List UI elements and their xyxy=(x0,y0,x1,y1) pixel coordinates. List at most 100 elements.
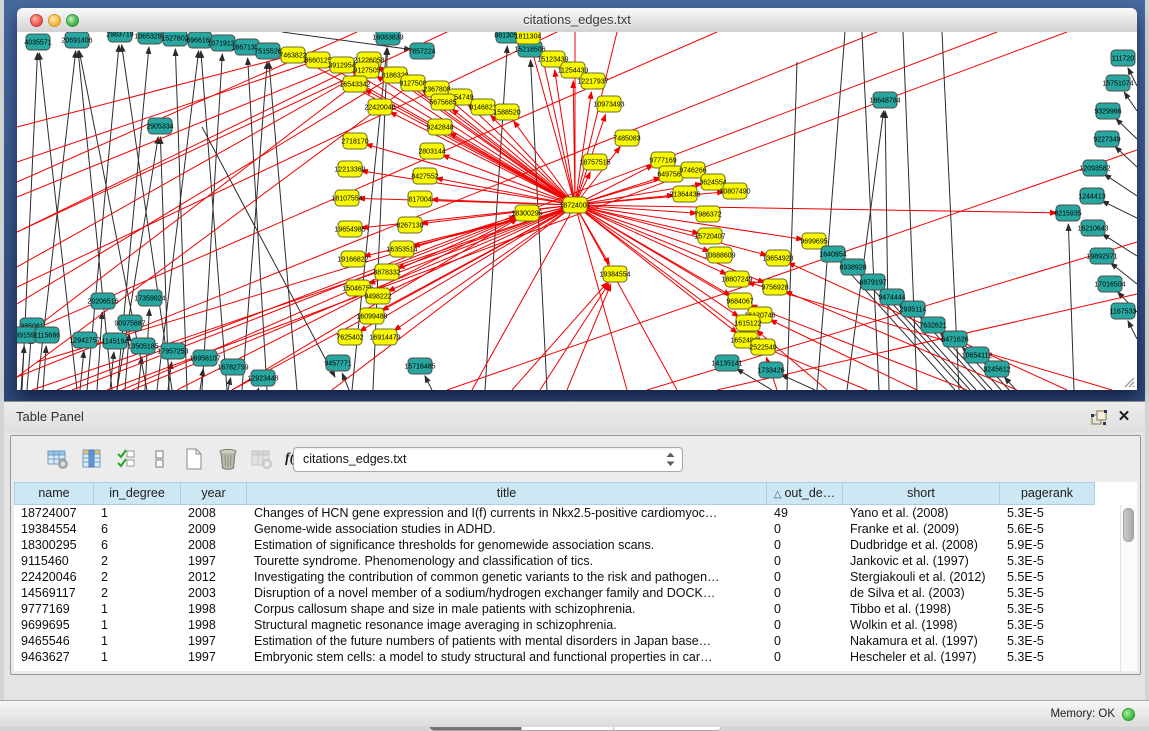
graph-node[interactable]: 10688609 xyxy=(704,247,735,263)
graph-node[interactable]: 10654112 xyxy=(962,347,993,363)
close-window-button[interactable] xyxy=(30,14,43,27)
graph-node[interactable]: 10807490 xyxy=(719,183,750,199)
network-canvas[interactable]: 4035571206914062983719106532871527802696… xyxy=(17,32,1137,390)
graph-node[interactable]: 90975887 xyxy=(114,315,145,331)
delete-column-button[interactable] xyxy=(215,447,240,471)
graph-node[interactable]: 9498222 xyxy=(364,288,391,304)
graph-node[interactable]: 18300295 xyxy=(511,205,542,221)
table-row[interactable]: 977716911998Corpus callosum shape and si… xyxy=(14,601,1119,617)
graph-node[interactable]: 8267130 xyxy=(396,217,423,233)
graph-node[interactable]: 2935114 xyxy=(900,301,927,317)
graph-node[interactable]: 9245612 xyxy=(983,361,1010,377)
column-header-title[interactable]: title xyxy=(247,482,767,505)
graph-node[interactable]: 6879197 xyxy=(859,274,886,290)
graph-node[interactable]: 9227349 xyxy=(1093,131,1120,147)
graph-node[interactable]: 18724007 xyxy=(559,197,590,213)
table-row[interactable]: 946362711997Embryonic stem cells: a mode… xyxy=(14,649,1119,665)
row-height-button[interactable] xyxy=(147,447,172,471)
float-panel-icon[interactable] xyxy=(1090,409,1107,426)
table-row[interactable]: 1830029562008Estimation of significance … xyxy=(14,537,1119,553)
graph-node[interactable]: 14135141 xyxy=(711,355,742,371)
column-header-out_de[interactable]: △out_de… xyxy=(767,482,843,505)
graph-node[interactable]: 4035571 xyxy=(24,34,51,50)
graph-node[interactable]: 1615122 xyxy=(734,315,761,331)
graph-node[interactable]: 1527802 xyxy=(161,32,188,46)
graph-node[interactable]: 16648784 xyxy=(869,92,900,108)
create-column-button[interactable] xyxy=(181,447,206,471)
graph-node[interactable]: 15751074 xyxy=(1102,75,1133,91)
minimize-window-button[interactable] xyxy=(48,14,61,27)
column-header-short[interactable]: short xyxy=(843,482,1000,505)
graph-node[interactable]: 20206516 xyxy=(87,293,118,309)
graph-node[interactable]: 1733426 xyxy=(757,362,784,378)
graph-node[interactable]: 16353514 xyxy=(386,241,417,257)
graph-node[interactable]: 1145194 xyxy=(102,333,129,349)
graph-node[interactable]: 7463822 xyxy=(279,47,306,63)
graph-node[interactable]: 1115686 xyxy=(34,327,60,343)
graph-node[interactable]: 13654923 xyxy=(762,250,793,266)
graph-node[interactable]: 19384554 xyxy=(599,266,630,282)
scrollbar-thumb[interactable] xyxy=(1123,508,1134,542)
graph-node[interactable]: 15716485 xyxy=(404,358,435,374)
table-row[interactable]: 1938455462009Genome-wide association stu… xyxy=(14,521,1119,537)
table-row[interactable]: 911546021997Tourette syndrome. Phenomeno… xyxy=(14,553,1119,569)
graph-node[interactable]: 1167533 xyxy=(1110,303,1137,319)
show-columns-button[interactable] xyxy=(79,447,104,471)
zoom-window-button[interactable] xyxy=(66,14,79,27)
window-titlebar[interactable]: citations_edges.txt xyxy=(17,8,1137,33)
table-row[interactable]: 946554611997Estimation of the future num… xyxy=(14,633,1119,649)
graph-node[interactable]: 19166822 xyxy=(337,251,368,267)
graph-node[interactable]: 8878332 xyxy=(373,264,400,280)
graph-node[interactable]: 16782759 xyxy=(217,359,248,375)
graph-node[interactable]: 817004 xyxy=(408,191,432,207)
graph-node[interactable]: 17957253 xyxy=(157,343,188,359)
graph-node[interactable]: 2983719 xyxy=(106,32,133,42)
graph-node[interactable]: 18107554 xyxy=(331,190,362,206)
graph-node[interactable]: 7986372 xyxy=(694,206,721,222)
vertical-scrollbar[interactable] xyxy=(1120,505,1137,671)
graph-node[interactable]: 9756928 xyxy=(761,279,788,295)
graph-node[interactable]: 12923448 xyxy=(247,370,278,386)
column-header-year[interactable]: year xyxy=(181,482,247,505)
graph-node[interactable]: 13505185 xyxy=(127,338,158,354)
graph-node[interactable]: 5675685 xyxy=(429,94,456,110)
graph-node[interactable]: 1588520 xyxy=(493,104,520,120)
graph-node[interactable]: 1244413 xyxy=(1078,188,1105,204)
graph-node[interactable]: 9329966 xyxy=(1094,103,1121,119)
graph-node[interactable]: 16543342 xyxy=(339,76,370,92)
graph-node[interactable]: 12942757 xyxy=(69,332,100,348)
graph-node[interactable]: 7632621 xyxy=(919,317,946,333)
graph-node[interactable]: 20691406 xyxy=(61,32,92,48)
graph-node[interactable]: 17016504 xyxy=(1094,276,1125,292)
graph-node[interactable]: 2522540 xyxy=(749,339,776,355)
graph-node[interactable]: 7625402 xyxy=(336,329,363,345)
column-header-in_degree[interactable]: in_degree xyxy=(94,482,181,505)
graph-node[interactable]: 12093582 xyxy=(1079,160,1110,176)
graph-node[interactable]: 2905334 xyxy=(146,118,173,134)
graph-node[interactable]: 10973493 xyxy=(593,96,624,112)
graph-node[interactable]: 19654985 xyxy=(334,221,365,237)
graph-node[interactable]: 6471626 xyxy=(941,331,968,347)
graph-node[interactable]: 9242848 xyxy=(426,119,453,135)
graph-node[interactable]: 1811304 xyxy=(515,32,542,44)
graph-node[interactable]: 8215935 xyxy=(1054,205,1081,221)
graph-node[interactable]: 16958107 xyxy=(189,350,220,366)
table-row[interactable]: 2242004622012Investigating the contribut… xyxy=(14,569,1119,585)
graph-node[interactable]: 16099489 xyxy=(356,308,387,324)
column-header-name[interactable]: name xyxy=(14,482,94,505)
table-row[interactable]: 969969511998Structural magnetic resonanc… xyxy=(14,617,1119,633)
column-header-pagerank[interactable]: pagerank xyxy=(1000,482,1095,505)
graph-node[interactable]: 18807249 xyxy=(721,271,752,287)
graph-node[interactable]: 7485083 xyxy=(613,130,640,146)
graph-node[interactable]: 9457771 xyxy=(324,355,351,371)
graph-node[interactable]: 8427552 xyxy=(411,168,438,184)
graph-node[interactable]: 12213369 xyxy=(334,161,365,177)
graph-node[interactable]: 111720 xyxy=(1111,50,1135,66)
close-panel-icon[interactable]: ✕ xyxy=(1116,408,1132,425)
graph-node[interactable]: 12217937 xyxy=(577,73,608,89)
graph-node[interactable]: 7857224 xyxy=(408,43,435,59)
memory-status-icon[interactable] xyxy=(1122,708,1135,721)
graph-node[interactable]: 17359924 xyxy=(134,290,165,306)
graph-node[interactable]: 3912954 xyxy=(328,57,355,73)
graph-node[interactable]: 8938928 xyxy=(839,259,866,275)
